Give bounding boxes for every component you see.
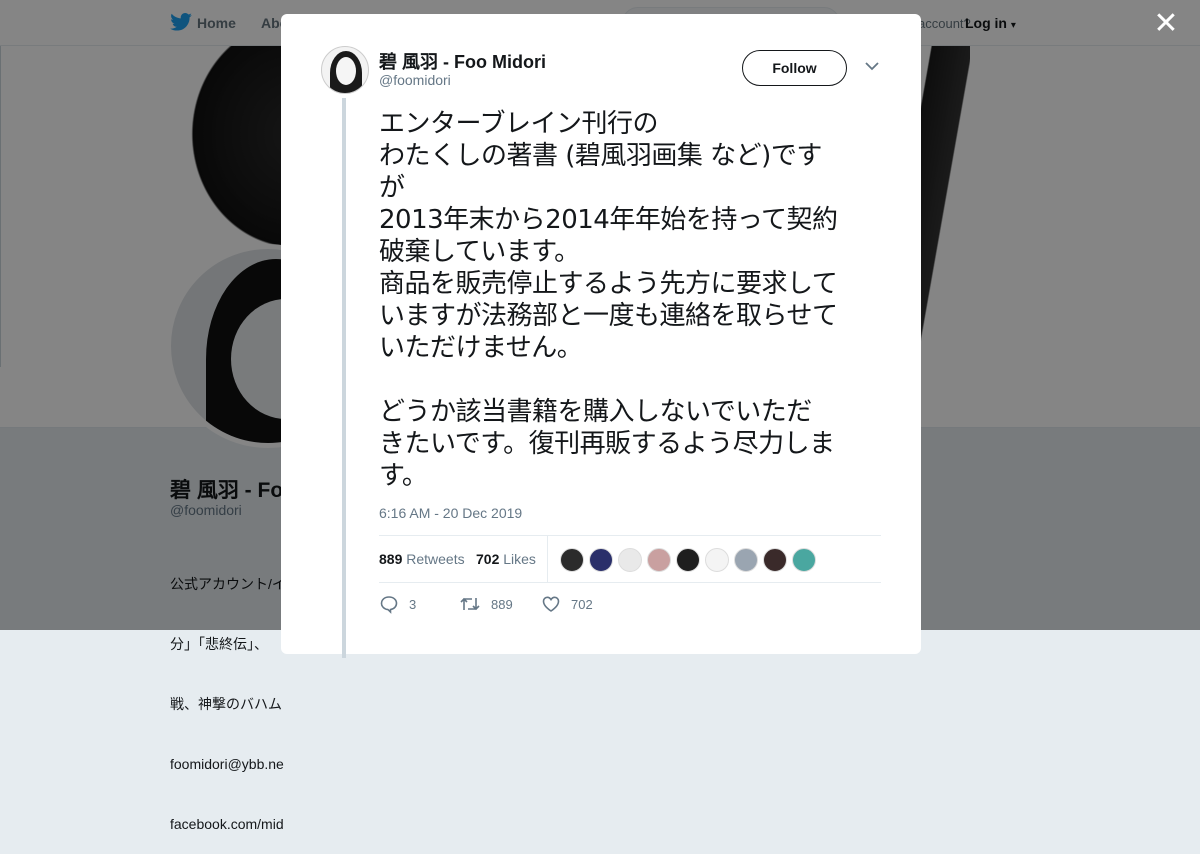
author-handle[interactable]: @foomidori [379,72,451,88]
likes-label[interactable]: Likes [503,551,536,567]
retweets-label[interactable]: Retweets [406,551,464,567]
bio-line: 戦、神撃のバハム [170,696,282,712]
bio-email-link[interactable]: foomidori@ybb.ne [170,754,286,774]
tweet-timestamp[interactable]: 6:16 AM - 20 Dec 2019 [379,505,522,521]
likes-count[interactable]: 702 [476,551,499,567]
liker-avatar[interactable] [763,548,787,572]
liker-avatar[interactable] [618,548,642,572]
author-name[interactable]: 碧 風羽 - Foo Midori [379,48,546,74]
like-count: 702 [571,596,593,612]
liker-avatar[interactable] [792,548,816,572]
heart-icon[interactable] [541,594,561,614]
liker-avatar[interactable] [589,548,613,572]
tweet-modal: 碧 風羽 - Foo Midori @foomidori Follow エンター… [281,14,921,658]
liker-avatar[interactable] [560,548,584,572]
bio-facebook-link[interactable]: facebook.com/mid [170,814,286,834]
retweet-count: 889 [491,596,513,612]
bio-line: 分」「悲終伝」、 [170,636,268,652]
tweet-stats: 889 Retweets 702 Likes [379,535,881,583]
liker-avatar[interactable] [734,548,758,572]
author-avatar[interactable] [321,46,369,94]
retweets-count[interactable]: 889 [379,551,402,567]
liker-avatar[interactable] [705,548,729,572]
reply-action[interactable]: 3 [379,594,416,614]
stats-divider [547,536,548,582]
retweet-action[interactable]: 889 [459,594,513,614]
chevron-down-icon[interactable] [864,60,880,72]
tweet-text: エンターブレイン刊行の わたくしの著書 (碧風羽画集 など)です が 2013年… [379,109,838,491]
like-action[interactable]: 702 [541,594,593,614]
likes-stat[interactable]: 702 Likes [476,551,536,567]
follow-button[interactable]: Follow [742,50,847,86]
reply-icon[interactable] [379,594,399,614]
close-icon[interactable]: ✕ [1152,9,1180,39]
thread-line [342,98,346,658]
liker-avatar[interactable] [676,548,700,572]
reply-count: 3 [409,596,417,612]
avatar-face [336,57,356,85]
liker-avatar[interactable] [647,548,671,572]
retweets-stat[interactable]: 889 Retweets [379,551,465,567]
retweet-icon[interactable] [459,594,481,614]
